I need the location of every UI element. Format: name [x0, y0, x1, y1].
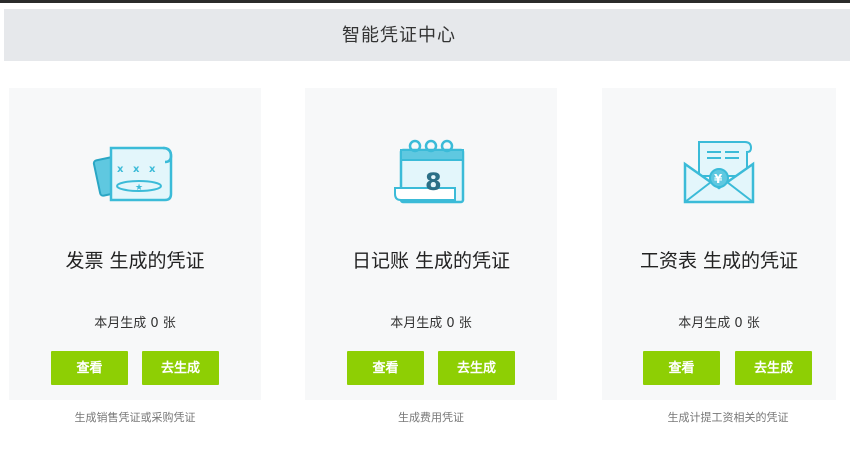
svg-text:x: x — [133, 164, 140, 175]
card-title: 日记账 生成的凭证 — [351, 250, 511, 272]
top-border — [0, 0, 850, 3]
generate-button[interactable]: 去生成 — [735, 351, 812, 385]
salary-envelope-icon: ¥ — [683, 141, 755, 204]
svg-text:★: ★ — [135, 183, 143, 193]
svg-text:x: x — [117, 164, 124, 175]
monthly-count: 本月生成 0 张 — [94, 316, 176, 331]
journal-voucher-card: 8 日记账 生成的凭证 本月生成 0 张 查看 去生成 — [305, 88, 557, 400]
salary-voucher-card: ¥ 工资表 生成的凭证 本月生成 0 张 查看 去生成 — [602, 88, 836, 400]
generate-button[interactable]: 去生成 — [142, 351, 219, 385]
invoice-voucher-card: x x x ★ 发票 生成的凭证 本月生成 0 张 查看 去生成 — [9, 88, 261, 400]
generate-button[interactable]: 去生成 — [438, 351, 515, 385]
view-button[interactable]: 查看 — [51, 351, 128, 385]
monthly-count: 本月生成 0 张 — [678, 316, 760, 331]
page-title: 智能凭证中心 — [342, 25, 456, 46]
invoice-icon: x x x ★ — [92, 146, 173, 202]
svg-text:¥: ¥ — [714, 172, 723, 186]
view-button[interactable]: 查看 — [643, 351, 720, 385]
view-button[interactable]: 查看 — [347, 351, 424, 385]
svg-text:8: 8 — [425, 168, 442, 196]
card-description: 生成计提工资相关的凭证 — [667, 411, 789, 424]
card-title: 发票 生成的凭证 — [65, 250, 205, 272]
card-title: 工资表 生成的凭证 — [639, 250, 799, 272]
card-description: 生成费用凭证 — [398, 411, 464, 424]
page-header: 智能凭证中心 — [4, 9, 850, 61]
card-description: 生成销售凭证或采购凭证 — [74, 411, 196, 424]
journal-calendar-icon: 8 — [394, 139, 465, 204]
svg-text:x: x — [149, 164, 156, 175]
monthly-count: 本月生成 0 张 — [390, 316, 472, 331]
